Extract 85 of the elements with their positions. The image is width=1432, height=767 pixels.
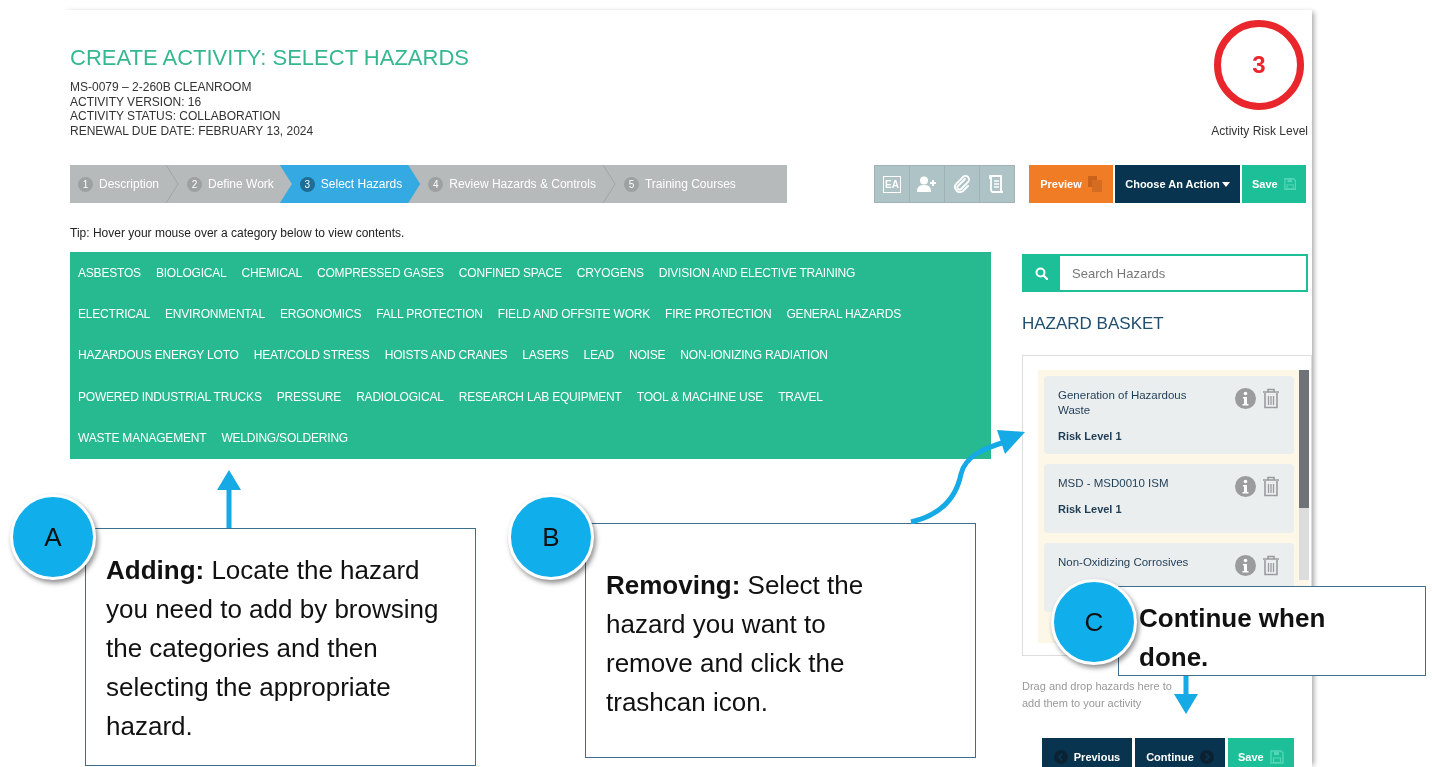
wizard-step-tab[interactable]: 1 Description [70,165,166,203]
hazard-card[interactable]: Generation of Hazardous Waste Risk Level 1 [1044,376,1294,454]
activity-detail: ACTIVITY VERSION: 16 [70,94,202,109]
add-person-button[interactable] [910,166,944,202]
category-link[interactable]: DIVISION AND ELECTIVE TRAINING [658,265,856,280]
search-button[interactable] [1022,254,1060,292]
scroll-icon [989,175,1005,193]
action-menu-button[interactable]: Choose An Action [1115,165,1240,203]
category-link[interactable]: HEAT/COLD STRESS [253,348,370,363]
continue-button[interactable]: Continue [1135,738,1225,767]
category-link[interactable]: FALL PROTECTION [376,307,483,322]
callout-text: Adding: Locate the hazard you need to add by browsing the categories and then selecting the appropriate hazard. [106,554,440,743]
caret-icon [1221,181,1230,187]
preview-button[interactable]: Preview [1029,165,1113,203]
step-divider [601,165,616,203]
search-field[interactable]: Search Hazards [1060,254,1308,292]
category-link[interactable]: ERGONOMICS [279,307,362,322]
paperclip-icon [953,175,971,193]
step-divider [165,165,180,203]
previous-button[interactable]: Previous [1042,738,1132,767]
hazard-risk-level: Risk Level 1 [1058,430,1123,442]
category-link[interactable]: COMPRESSED GASES [317,265,444,280]
category-link[interactable]: TRAVEL [778,389,823,404]
drop-hint: Drag and drop hazards here to add them to your activity [1022,679,1172,711]
category-link[interactable]: ENVIRONMENTAL [165,307,265,322]
category-link[interactable]: NON-IONIZING RADIATION [680,348,828,363]
add-person-icon [917,176,937,192]
trash-icon[interactable] [1262,476,1280,497]
category-link[interactable]: POWERED INDUSTRIAL TRUCKS [78,389,262,404]
hazard-card[interactable]: MSD - MSD0010 ISM Risk Level 1 [1044,464,1294,533]
category-link[interactable]: LASERS [522,348,569,363]
tip-text: Tip: Hover your mouse over a category below to view contents. [70,226,406,241]
hazard-name: MSD - MSD0010 ISM [1058,476,1170,491]
info-icon[interactable] [1235,476,1256,497]
attach-button[interactable] [945,166,979,202]
category-link[interactable]: PRESSURE [276,389,342,404]
category-link[interactable]: ASBESTOS [78,265,141,280]
hazard-risk-level: Risk Level 1 [1058,503,1123,515]
category-link[interactable]: FIRE PROTECTION [665,307,772,322]
page-title: CREATE ACTIVITY: SELECT HAZARDS [70,45,469,71]
category-link[interactable]: FIELD AND OFFSITE WORK [497,307,651,322]
category-link[interactable]: CRYOGENS [576,265,644,280]
scrollbar[interactable] [1299,370,1309,580]
category-link[interactable]: TOOL & MACHINE USE [636,389,764,404]
scroll-button[interactable] [980,166,1014,202]
category-link[interactable]: ELECTRICAL [78,307,151,322]
hazard-name: Generation of Hazardous Waste [1058,388,1188,418]
category-link[interactable]: NOISE [629,348,666,363]
ea-button[interactable]: EA [875,166,909,202]
category-link[interactable]: LEAD [583,348,614,363]
info-icon[interactable] [1235,555,1256,576]
category-link[interactable]: RADIOLOGICAL [356,389,444,404]
category-link[interactable]: HAZARDOUS ENERGY LOTO [78,348,239,363]
callout-marker: A [10,494,96,580]
wizard-step-tab[interactable]: 4 Review Hazards & Controls [420,165,602,203]
up-arrow [215,470,243,528]
trash-icon[interactable] [1262,388,1280,409]
activity-detail: RENEWAL DUE DATE: FEBRUARY 13, 2024 [70,123,314,138]
save-button[interactable]: Save [1242,165,1306,203]
category-link[interactable]: RESEARCH LAB EQUIPMENT [458,389,622,404]
chevron-right-icon [1199,750,1214,764]
category-link[interactable]: HOISTS AND CRANES [384,348,508,363]
hazard-name: Non-Oxidizing Corrosives [1058,555,1190,570]
category-link[interactable]: WASTE MANAGEMENT [78,431,207,446]
callout-text: Removing: Select the hazard you want to remove and click the trashcan icon. [606,569,865,719]
category-link[interactable]: BIOLOGICAL [155,265,227,280]
wizard-step-tab[interactable]: 2 Define Work [179,165,280,203]
category-link[interactable]: GENERAL HAZARDS [786,307,902,322]
basket-title: HAZARD BASKET [1022,314,1165,334]
wizard-step-tab[interactable]: 5 Training Courses [615,165,742,203]
save-button[interactable]: Save [1228,738,1294,767]
activity-detail: MS-0079 – 2-260B CLEANROOM [70,80,252,95]
risk-level-badge: 3 [1214,20,1304,110]
activity-detail: ACTIVITY STATUS: COLLABORATION [70,109,281,124]
copy-icon [1087,176,1102,192]
category-link[interactable]: CHEMICAL [241,265,302,280]
category-link[interactable]: WELDING/SOLDERING [221,431,348,446]
category-link[interactable]: CONFINED SPACE [458,265,562,280]
risk-level-label: Activity Risk Level [1211,124,1308,138]
search-icon [1034,266,1048,280]
down-arrow [1172,676,1200,714]
trash-icon[interactable] [1262,555,1280,576]
wizard-step-tab[interactable]: 3 Select Hazards [279,165,421,203]
chevron-left-icon [1053,750,1068,764]
info-icon[interactable] [1235,388,1256,409]
